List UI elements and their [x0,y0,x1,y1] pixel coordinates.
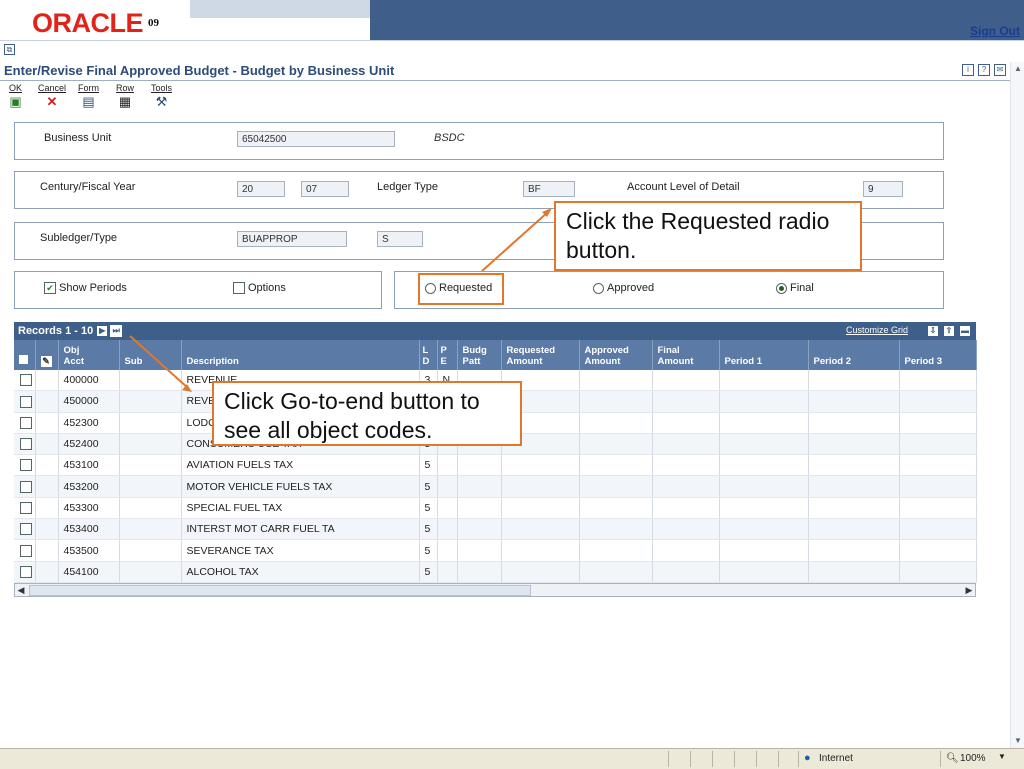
status-divider [734,751,735,767]
scroll-up-icon[interactable]: ▲ [1012,63,1024,75]
page-vertical-scrollbar[interactable]: ▲ ▼ [1010,62,1024,748]
status-divider [798,751,799,767]
status-divider [712,751,713,767]
zoom-level[interactable]: 100% [960,753,986,764]
scroll-down-icon[interactable]: ▼ [1012,735,1024,747]
requested-arrow-line [481,211,549,272]
go-to-end-arrow-line [129,335,189,389]
requested-callout: Click the Requested radio button. [554,201,862,271]
go-to-end-callout: Click Go-to-end button to see all object… [212,381,522,446]
status-divider [668,751,669,767]
zoom-icon: 🔍︎ [946,753,959,764]
zoom-dropdown-icon[interactable]: ▼ [998,752,1006,761]
status-divider [756,751,757,767]
status-divider [940,751,941,767]
status-divider [690,751,691,767]
globe-icon: ● [804,752,811,764]
browser-status-bar: ● Internet 🔍︎ 100% ▼ [0,748,1024,769]
security-zone-label: Internet [819,753,853,764]
status-divider [778,751,779,767]
